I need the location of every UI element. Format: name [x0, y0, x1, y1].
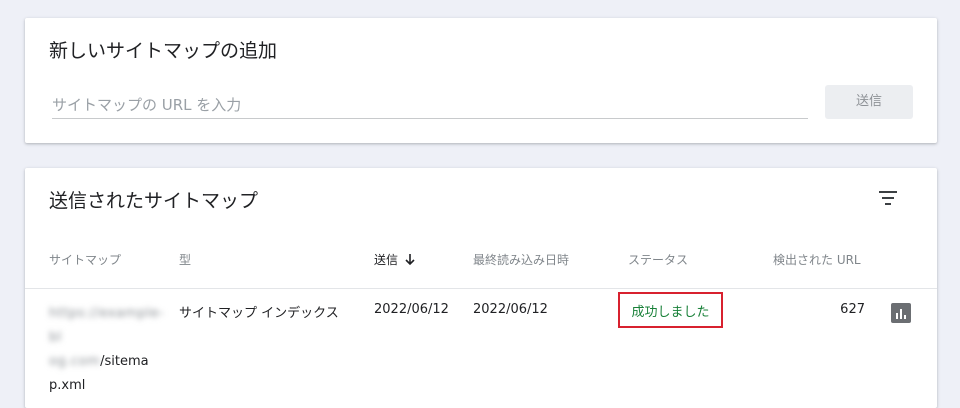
- column-header-submitted-label: 送信: [374, 253, 399, 267]
- last-read-date: 2022/06/12: [473, 302, 548, 317]
- status-badge: 成功しました: [631, 304, 710, 320]
- sitemap-type: サイトマップ インデックス: [179, 306, 339, 321]
- table-row-sitemap-cell[interactable]: https://example-bl og.com/sitema p.xml: [49, 302, 164, 398]
- filter-icon[interactable]: [877, 188, 899, 208]
- blurred-sitemap-url: https://example-bl: [49, 306, 165, 345]
- add-sitemap-title: 新しいサイトマップの追加: [49, 40, 278, 62]
- bar-chart-icon[interactable]: [891, 303, 911, 323]
- column-header-status[interactable]: ステータス: [628, 251, 688, 268]
- discovered-url-count: 627: [840, 302, 865, 317]
- blurred-sitemap-url-2: og.com: [49, 354, 101, 369]
- column-header-type[interactable]: 型: [179, 251, 191, 268]
- column-header-discovered-urls[interactable]: 検出された URL: [773, 251, 861, 268]
- sitemap-url-suffix-2: p.xml: [49, 378, 86, 393]
- column-header-submitted[interactable]: 送信: [374, 251, 416, 268]
- column-header-sitemap[interactable]: サイトマップ: [49, 251, 121, 268]
- add-sitemap-card: 新しいサイトマップの追加 送信: [25, 18, 937, 143]
- submitted-sitemaps-title: 送信されたサイトマップ: [49, 190, 259, 212]
- header-divider: [25, 288, 937, 289]
- submitted-date: 2022/06/12: [374, 302, 449, 317]
- sitemap-url-suffix: /sitema: [100, 354, 149, 369]
- submitted-sitemaps-card: 送信されたサイトマップ サイトマップ 型 送信 最終読み込み日時 ステータス 検…: [25, 168, 937, 408]
- status-highlight: 成功しました: [618, 292, 723, 328]
- column-header-last-read[interactable]: 最終読み込み日時: [473, 251, 569, 268]
- arrow-down-icon: [405, 254, 415, 266]
- submit-button[interactable]: 送信: [825, 85, 913, 119]
- sitemap-url-input[interactable]: [52, 92, 808, 119]
